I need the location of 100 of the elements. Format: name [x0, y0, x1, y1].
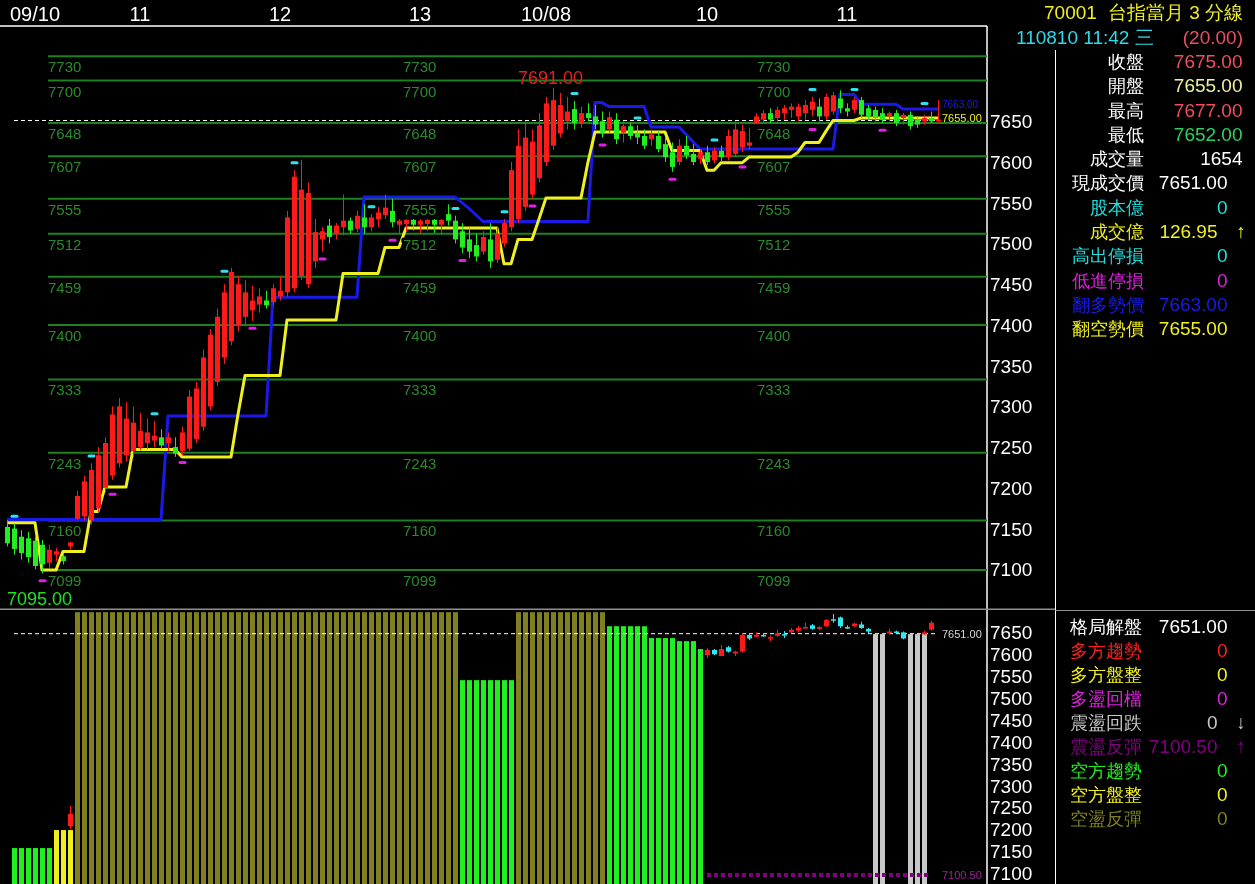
- price-axis-label: 7600: [990, 152, 1033, 173]
- date-label: 09/10: [9, 3, 61, 25]
- price-axis-label: 7300: [990, 775, 1033, 797]
- price-axis-label: 7150: [990, 841, 1033, 863]
- state-label: 多方趨勢: [1068, 639, 1143, 662]
- quote-label: 翻多勢價: [1070, 293, 1145, 316]
- candlestick: [474, 233, 479, 262]
- price-tag: 7691.00: [518, 67, 584, 88]
- price-axis-label: 7250: [990, 797, 1033, 819]
- price-level-label: 7400: [48, 326, 82, 344]
- price-axis-label: 7250: [990, 437, 1033, 459]
- candlestick: [656, 130, 661, 153]
- price-tag: 7651.00: [942, 627, 982, 640]
- price-axis-label: 7450: [990, 274, 1033, 296]
- price-candle: [782, 630, 787, 639]
- price-level-label: 7730: [48, 58, 82, 76]
- price-candle: [852, 622, 857, 628]
- price-change: (20.00): [1182, 26, 1243, 50]
- price-level-label: 7160: [403, 522, 437, 540]
- date-label: 12: [268, 3, 292, 25]
- price-axis-label: 7350: [990, 355, 1033, 377]
- state-value: 7100.50: [1147, 735, 1219, 758]
- price-candle: [929, 620, 934, 632]
- price-candle: [68, 805, 73, 830]
- quote-value: 7663.00: [1157, 293, 1228, 316]
- price-candle: [768, 634, 773, 642]
- quote-label: 成交量: [1088, 148, 1145, 171]
- quote-value: 1654: [1199, 148, 1244, 171]
- price-axis-label: 7400: [990, 314, 1033, 336]
- quote-label: 最高: [1106, 99, 1145, 122]
- candlestick: [677, 138, 682, 166]
- state-label: 多方盤整: [1068, 663, 1143, 686]
- candlestick: [376, 206, 381, 228]
- candlestick: [467, 226, 472, 259]
- candlestick: [271, 283, 276, 306]
- quote-value: 7675.00: [1172, 51, 1244, 74]
- candlestick: [502, 218, 507, 248]
- price-axis-label: 7300: [990, 396, 1033, 418]
- price-level-label: 7512: [48, 235, 82, 253]
- state-value: 0: [1215, 687, 1228, 710]
- state-value: 0: [1215, 783, 1228, 806]
- candlestick: [355, 210, 360, 233]
- candlestick: [824, 93, 829, 121]
- state-value: 0: [1215, 807, 1228, 830]
- summary-value: 7651.00: [1157, 615, 1228, 638]
- price-candle: [796, 625, 801, 633]
- price-candle: [719, 644, 724, 657]
- date-label: 11: [836, 3, 858, 25]
- quote-value: 7655.00: [1172, 75, 1244, 98]
- price-axis-label: 7200: [990, 477, 1033, 499]
- candlestick: [705, 145, 710, 166]
- price-level-label: 7607: [757, 158, 791, 176]
- candlestick: [152, 420, 157, 448]
- price-level-label: 7648: [757, 124, 791, 142]
- candlestick: [145, 418, 150, 450]
- instrument-name: 台指當月 3 分線: [1107, 1, 1243, 25]
- candlestick: [12, 523, 17, 556]
- state-value: 0: [1215, 663, 1228, 686]
- trend-arrow: ↑: [1235, 221, 1247, 243]
- quote-value: 7655.00: [1157, 318, 1228, 341]
- price-level-label: 7555: [48, 200, 82, 218]
- candlestick: [691, 143, 696, 166]
- candlestick: [180, 426, 185, 456]
- price-level-label: 7607: [403, 158, 437, 176]
- price-level-label: 7243: [757, 454, 791, 472]
- candlestick: [614, 112, 619, 145]
- candlestick: [572, 100, 577, 130]
- price-level-label: 7459: [757, 278, 791, 296]
- price-tag: 7100.50: [942, 869, 982, 881]
- price-candle: [922, 630, 927, 636]
- quote-label: 高出停損: [1070, 245, 1145, 268]
- candlestick: [138, 412, 143, 451]
- quote-label: 翻空勢價: [1070, 318, 1145, 341]
- candlestick: [26, 531, 31, 564]
- candlestick: [565, 96, 570, 130]
- candlestick: [75, 490, 80, 521]
- price-axis-label: 7550: [990, 192, 1033, 214]
- candlestick: [446, 203, 451, 227]
- price-candle: [817, 625, 822, 631]
- quote-label: 股本億: [1088, 196, 1145, 219]
- price-candle: [712, 648, 717, 656]
- quote-label: 開盤: [1106, 75, 1145, 98]
- price-candle: [838, 616, 843, 629]
- price-level-label: 7648: [48, 124, 82, 142]
- candlestick: [859, 96, 864, 119]
- quote-label: 現成交價: [1070, 172, 1145, 195]
- price-axis-label: 7150: [990, 518, 1033, 540]
- price-level-label: 7099: [48, 572, 82, 590]
- trend-arrow: ↑: [1235, 735, 1247, 758]
- price-level-label: 7459: [403, 278, 437, 296]
- price-axis-label: 7500: [990, 687, 1033, 709]
- candlestick: [320, 226, 325, 253]
- price-candle: [754, 631, 759, 639]
- candlestick: [635, 124, 640, 145]
- price-level-label: 7648: [403, 124, 437, 142]
- price-candle: [810, 623, 815, 631]
- date-label: 10: [695, 3, 719, 25]
- candlestick: [684, 135, 689, 160]
- quote-value: 0: [1215, 245, 1228, 268]
- date-label: 11: [129, 3, 151, 25]
